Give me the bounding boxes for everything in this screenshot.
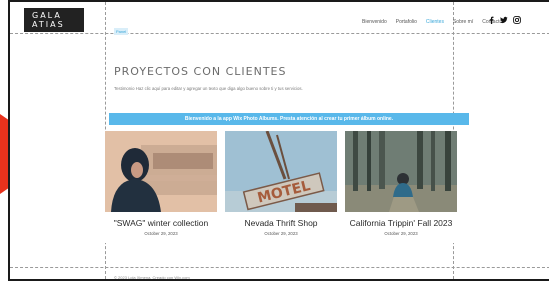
album-title: "SWAG" winter collection (113, 218, 209, 228)
album-image-nevada[interactable]: MOTEL (225, 131, 337, 212)
album-card-california[interactable]: California Trippin' Fall 2023 October 29… (345, 131, 457, 243)
nav-item-sobre-mi[interactable]: Sobre mí (453, 19, 473, 25)
logo-line-1: GALA (32, 11, 62, 20)
twitter-icon[interactable] (500, 16, 508, 24)
album-date: October 29, 2023 (144, 231, 178, 236)
album-date: October 29, 2023 (384, 231, 418, 236)
album-date: October 29, 2023 (264, 231, 298, 236)
site-nav: Bienvenido Portafolio Clientes Sobre mí … (362, 19, 502, 25)
album-title: California Trippin' Fall 2023 (349, 218, 453, 228)
section-description[interactable]: Testimonio Haz clic aquí para editar y a… (114, 86, 303, 91)
nav-item-bienvenido[interactable]: Bienvenido (362, 19, 387, 25)
social-bar (488, 16, 521, 24)
logo-line-2: ATIAS (32, 20, 65, 29)
guide-line-footer (10, 267, 549, 268)
site-logo[interactable]: GALA ATIAS (24, 8, 84, 32)
page-title: PROYECTOS CON CLIENTES (114, 65, 287, 78)
album-card-nevada[interactable]: MOTEL Nevada Thrift Shop October 29, 202… (225, 131, 337, 243)
photo-albums-banner[interactable]: Bienvenido a la app Wix Photo Albums. Pr… (109, 113, 469, 125)
page-chip[interactable]: Panel (114, 28, 129, 35)
album-image-california[interactable] (345, 131, 457, 212)
album-card-swag[interactable]: "SWAG" winter collection October 29, 202… (105, 131, 217, 243)
nav-item-clientes[interactable]: Clientes (426, 19, 444, 25)
nav-item-portafolio[interactable]: Portafolio (396, 19, 417, 25)
instagram-icon[interactable] (513, 16, 521, 24)
guide-line-header (10, 33, 549, 34)
site-footer: © 2023 Lola Ximena. Creado con Wix.com (114, 275, 190, 280)
album-image-swag[interactable] (105, 131, 217, 212)
album-title: Nevada Thrift Shop (244, 218, 318, 228)
editor-canvas: GALA ATIAS Bienvenido Portafolio Cliente… (8, 0, 549, 281)
facebook-icon[interactable] (488, 16, 495, 24)
